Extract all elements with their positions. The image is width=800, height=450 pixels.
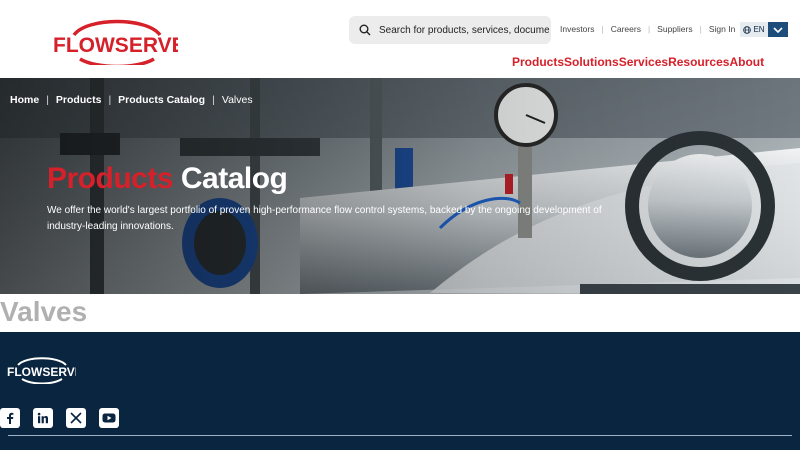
- nav-resources[interactable]: Resources: [668, 55, 729, 69]
- investors-link[interactable]: Investors: [560, 24, 595, 34]
- divider: |: [647, 24, 651, 34]
- site-footer: FLOWSERVE: [0, 332, 800, 450]
- divider: |: [699, 24, 702, 34]
- page-title: Products Catalog: [47, 162, 288, 196]
- breadcrumb-separator: |: [46, 94, 49, 106]
- breadcrumb-home[interactable]: Home: [10, 94, 39, 106]
- nav-solutions[interactable]: Solutions: [564, 55, 619, 69]
- hero-description: We offer the world's largest portfolio o…: [47, 205, 602, 232]
- page-title-white: Catalog: [180, 162, 288, 195]
- linkedin-icon[interactable]: [33, 408, 53, 428]
- nav-services[interactable]: Services: [619, 55, 668, 69]
- site-header: FLOWSERVE Investors | Careers | Supplier…: [0, 0, 800, 78]
- globe-icon: [743, 25, 752, 34]
- careers-link[interactable]: Careers: [611, 24, 641, 34]
- section-header: Valves: [0, 294, 800, 332]
- hero-banner: Home | Products | Products Catalog | Val…: [0, 78, 800, 294]
- language-code[interactable]: EN: [740, 22, 768, 37]
- logo-text: FLOWSERVE: [53, 34, 178, 57]
- flowserve-logo[interactable]: FLOWSERVE: [52, 17, 178, 65]
- search-box[interactable]: [349, 16, 551, 44]
- suppliers-link[interactable]: Suppliers: [657, 24, 692, 34]
- breadcrumb-current: Valves: [221, 94, 253, 106]
- sign-in-link[interactable]: Sign In: [709, 24, 735, 34]
- language-selector[interactable]: EN: [740, 22, 788, 37]
- language-label: EN: [753, 25, 765, 34]
- search-input[interactable]: [379, 24, 549, 36]
- section-title: Valves: [0, 296, 88, 327]
- divider: |: [601, 24, 604, 34]
- chevron-down-icon: [773, 26, 783, 33]
- search-icon: [359, 24, 371, 36]
- youtube-icon[interactable]: [99, 408, 119, 428]
- footer-logo-text: FLOWSERVE: [7, 365, 76, 379]
- utility-nav: Investors | Careers | Suppliers | Sign I…: [560, 24, 735, 34]
- footer-logo[interactable]: FLOWSERVE: [6, 356, 76, 384]
- page-title-red: Products: [47, 162, 174, 195]
- social-links: [0, 408, 119, 428]
- breadcrumb-products[interactable]: Products: [56, 94, 102, 106]
- breadcrumb-separator: |: [108, 94, 112, 106]
- breadcrumb-products-catalog[interactable]: Products Catalog: [118, 94, 205, 106]
- breadcrumb: Home | Products | Products Catalog | Val…: [10, 94, 253, 106]
- breadcrumb-separator: |: [212, 94, 215, 106]
- x-icon[interactable]: [66, 408, 86, 428]
- nav-products[interactable]: Products: [512, 55, 564, 69]
- nav-about[interactable]: About: [729, 55, 764, 69]
- footer-divider: [8, 435, 792, 436]
- main-nav: Products Solutions Services Resources Ab…: [512, 55, 764, 69]
- language-dropdown-button[interactable]: [768, 22, 788, 37]
- facebook-icon[interactable]: [0, 408, 20, 428]
